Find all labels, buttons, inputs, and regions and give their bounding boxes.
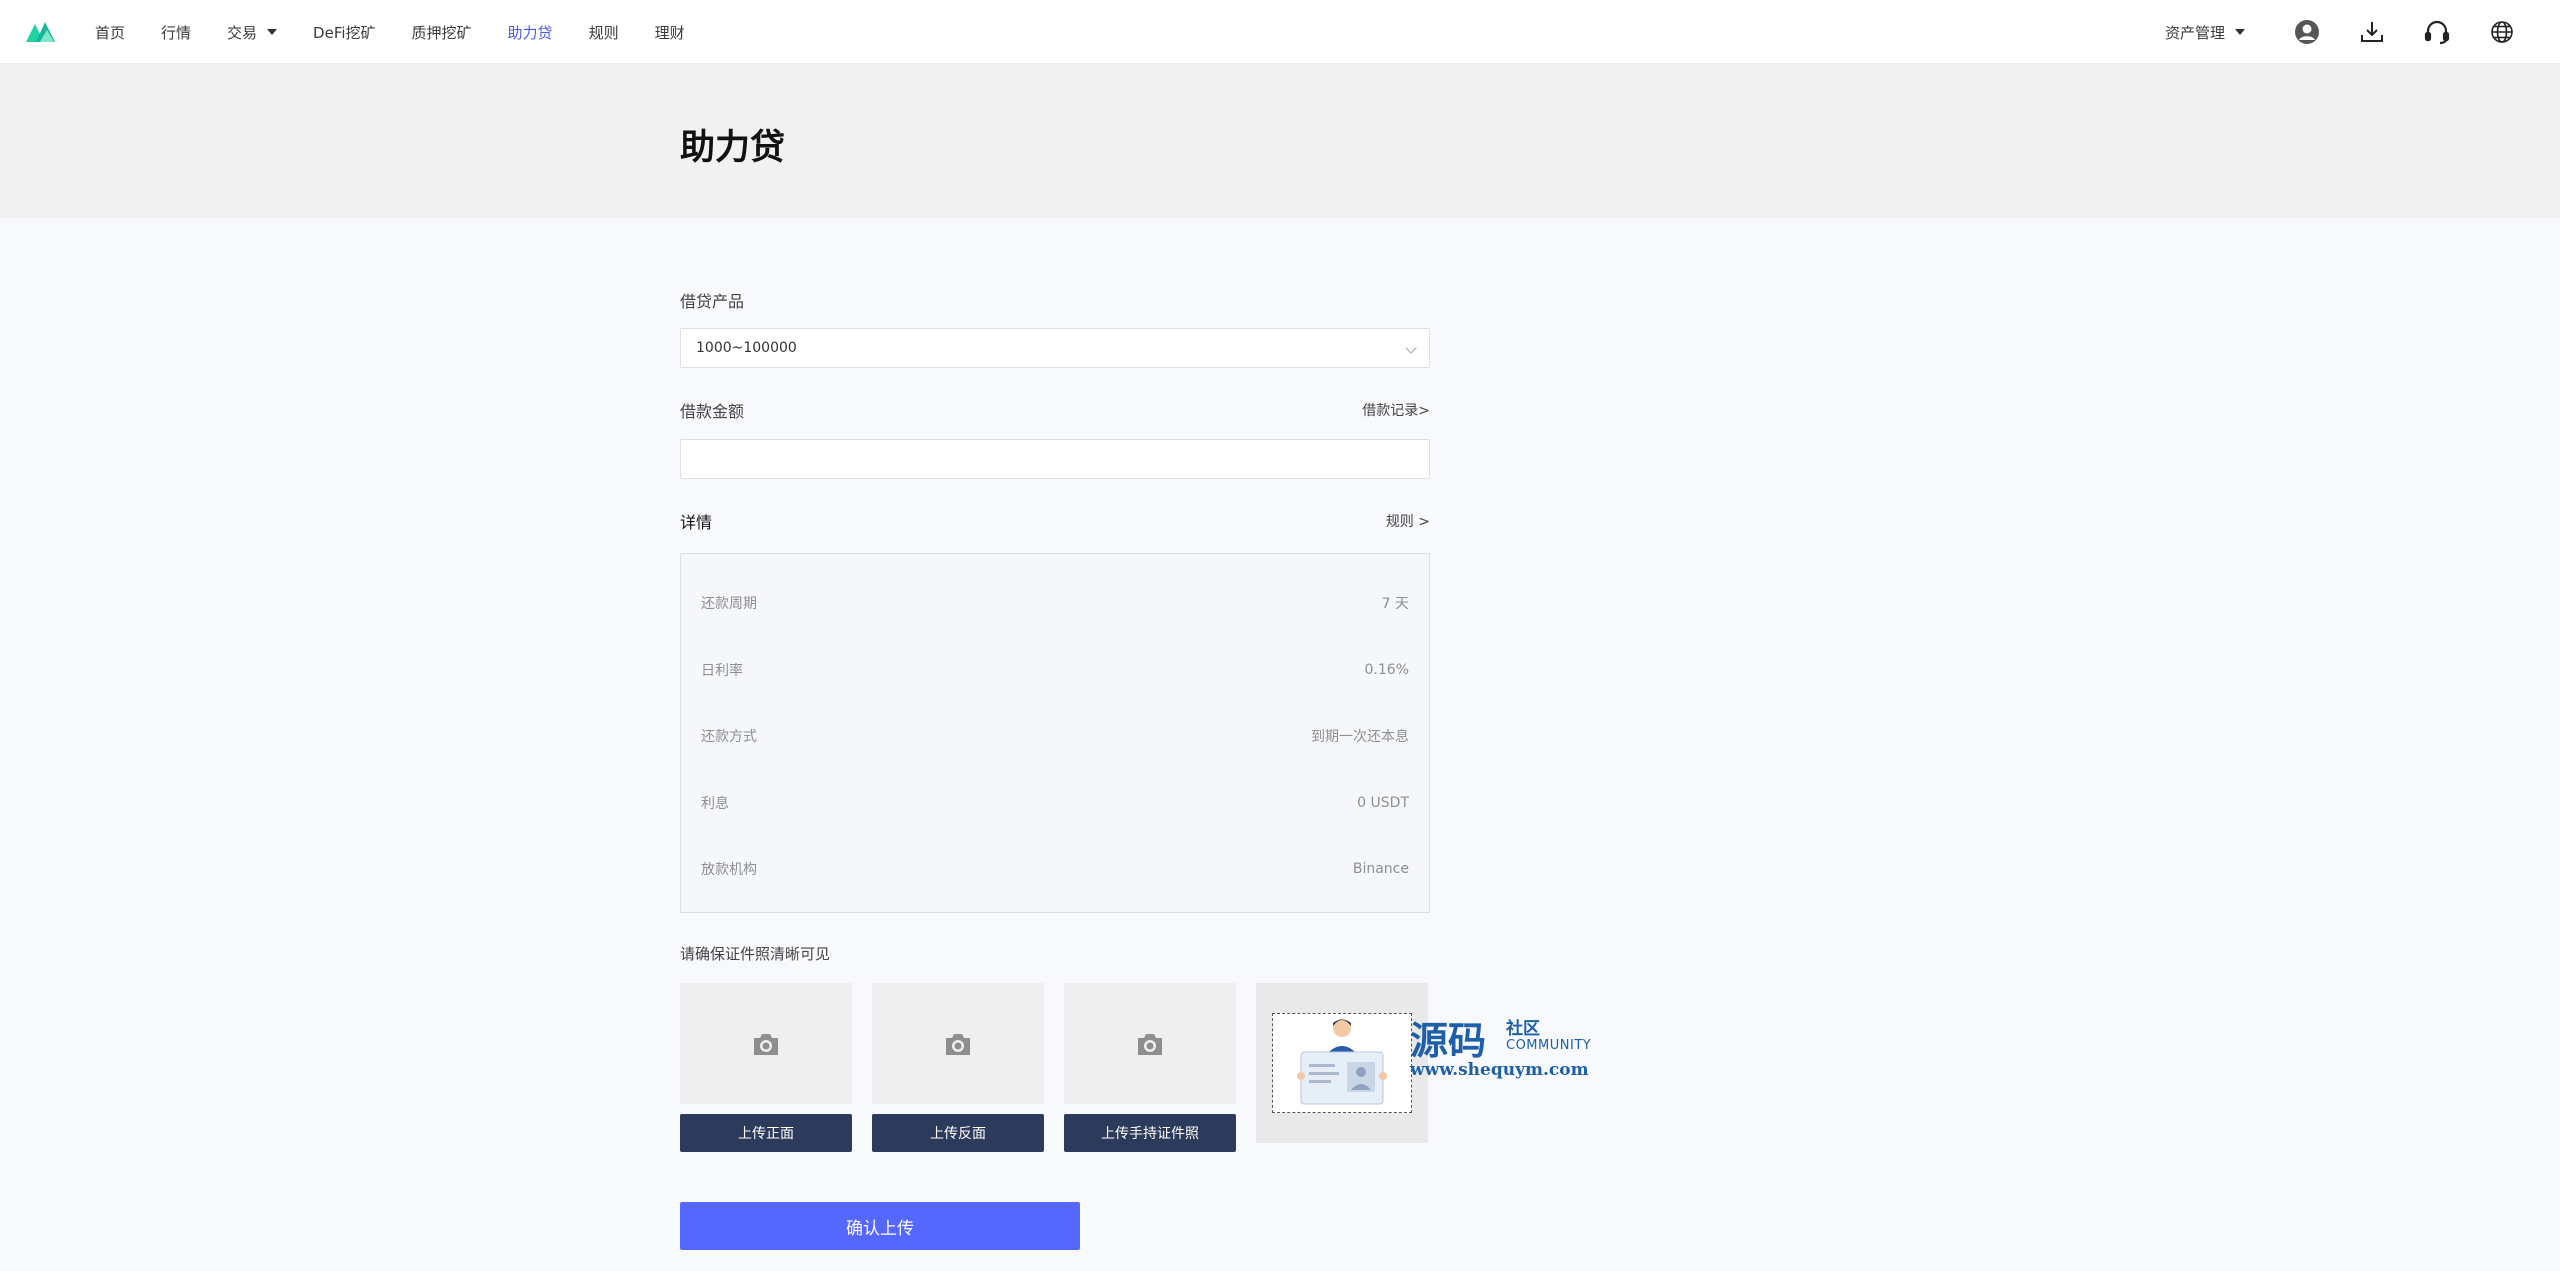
upload-hint: 请确保证件照清晰可见 (680, 945, 831, 963)
amount-input[interactable] (696, 440, 1414, 478)
upload-back-button[interactable]: 上传反面 (872, 1114, 1044, 1152)
watermark-main-text: 源码 (1410, 1018, 1487, 1063)
camera-icon (1138, 1033, 1162, 1055)
logo-icon[interactable] (26, 20, 58, 42)
details-label-row: 详情 规则 > (680, 509, 1430, 533)
nav-item-staking-mining[interactable]: 质押挖矿 (412, 22, 472, 43)
user-button[interactable] (2293, 18, 2321, 46)
loan-form: 借贷产品 1000~100000 借款金额 借款记录> 详情 规则 > 还款周期… (680, 218, 1430, 1250)
upload-front: 上传正面 (680, 983, 852, 1152)
upload-handheld: 上传手持证件照 (1064, 983, 1236, 1152)
confirm-upload-button[interactable]: 确认上传 (680, 1202, 1080, 1250)
detail-row-daily-rate: 日利率 0.16% (701, 637, 1409, 704)
chevron-down-icon (1405, 342, 1417, 354)
caret-down-icon (2235, 29, 2245, 35)
page-title: 助力贷 (680, 128, 786, 168)
detail-label: 还款方式 (701, 729, 757, 746)
person-holding-id-icon (1297, 1019, 1387, 1105)
customer-service-button[interactable] (2423, 18, 2451, 46)
watermark-side-text: 社区 (1506, 1019, 1540, 1039)
loan-records-link[interactable]: 借款记录> (1362, 400, 1430, 420)
upload-front-box[interactable] (680, 983, 852, 1104)
upload-handheld-box[interactable] (1064, 983, 1236, 1104)
detail-value: 0 USDT (1357, 794, 1409, 811)
download-button[interactable] (2358, 18, 2386, 46)
detail-label: 日利率 (701, 662, 743, 679)
detail-row-lender: 放款机构 Binance (701, 836, 1409, 903)
asset-management-menu[interactable]: 资产管理 (2165, 22, 2245, 43)
amount-label-row: 借款金额 借款记录> (680, 398, 1430, 422)
nav-item-finance[interactable]: 理财 (655, 22, 685, 43)
nav-item-loan[interactable]: 助力贷 (508, 22, 553, 43)
details-panel: 还款周期 7 天 日利率 0.16% 还款方式 到期一次还本息 利息 0 USD… (680, 553, 1430, 913)
caret-down-icon (267, 29, 278, 35)
detail-label: 还款周期 (701, 596, 757, 613)
detail-value: 0.16% (1364, 661, 1409, 678)
globe-icon (2491, 21, 2513, 43)
main-nav: 首页 行情 交易 DeFi挖矿 质押挖矿 助力贷 规则 理财 (95, 0, 721, 64)
nav-item-trade[interactable]: 交易 (227, 22, 278, 43)
nav-item-rules[interactable]: 规则 (589, 22, 619, 43)
header-actions: 资产管理 (2165, 0, 2560, 64)
watermark-url: www.shequym.com (1410, 1060, 1589, 1080)
product-label: 借贷产品 (680, 292, 745, 311)
amount-label: 借款金额 (680, 402, 745, 421)
details-label: 详情 (680, 513, 713, 532)
camera-icon (754, 1033, 778, 1055)
detail-value: 7 天 (1381, 596, 1409, 613)
detail-label: 利息 (701, 795, 729, 812)
download-icon (2361, 22, 2383, 42)
amount-field[interactable] (680, 439, 1430, 479)
product-select-value: 1000~100000 (696, 340, 797, 356)
nav-item-market[interactable]: 行情 (161, 22, 191, 43)
upload-back: 上传反面 (872, 983, 1044, 1152)
detail-row-repayment-period: 还款周期 7 天 (701, 570, 1409, 637)
upload-section: 上传正面 上传反面 上传手持证件照 (680, 983, 1430, 1152)
rules-link[interactable]: 规则 > (1386, 511, 1430, 531)
page-banner: 助力贷 (0, 64, 2560, 218)
camera-icon (946, 1033, 970, 1055)
detail-label: 放款机构 (701, 862, 757, 879)
headset-icon (2424, 20, 2450, 45)
watermark-community-text: COMMUNITY (1506, 1038, 1592, 1053)
language-button[interactable] (2488, 18, 2516, 46)
top-navigation-bar: 首页 行情 交易 DeFi挖矿 质押挖矿 助力贷 规则 理财 资产管理 (0, 0, 2560, 64)
detail-row-repayment-method: 还款方式 到期一次还本息 (701, 703, 1409, 770)
detail-row-interest: 利息 0 USDT (701, 770, 1409, 837)
id-sample-frame (1272, 1013, 1412, 1113)
nav-item-home[interactable]: 首页 (95, 22, 125, 43)
detail-value: Binance (1352, 861, 1409, 878)
user-icon (2295, 20, 2319, 44)
upload-back-box[interactable] (872, 983, 1044, 1104)
watermark-logo: 源码 社区 COMMUNITY www.shequym.com (1410, 1010, 1610, 1085)
id-sample-image (1256, 983, 1428, 1143)
detail-value: 到期一次还本息 (1311, 729, 1409, 746)
nav-item-defi-mining[interactable]: DeFi挖矿 (313, 22, 375, 43)
upload-handheld-button[interactable]: 上传手持证件照 (1064, 1114, 1236, 1152)
upload-front-button[interactable]: 上传正面 (680, 1114, 852, 1152)
product-select[interactable]: 1000~100000 (680, 328, 1430, 368)
